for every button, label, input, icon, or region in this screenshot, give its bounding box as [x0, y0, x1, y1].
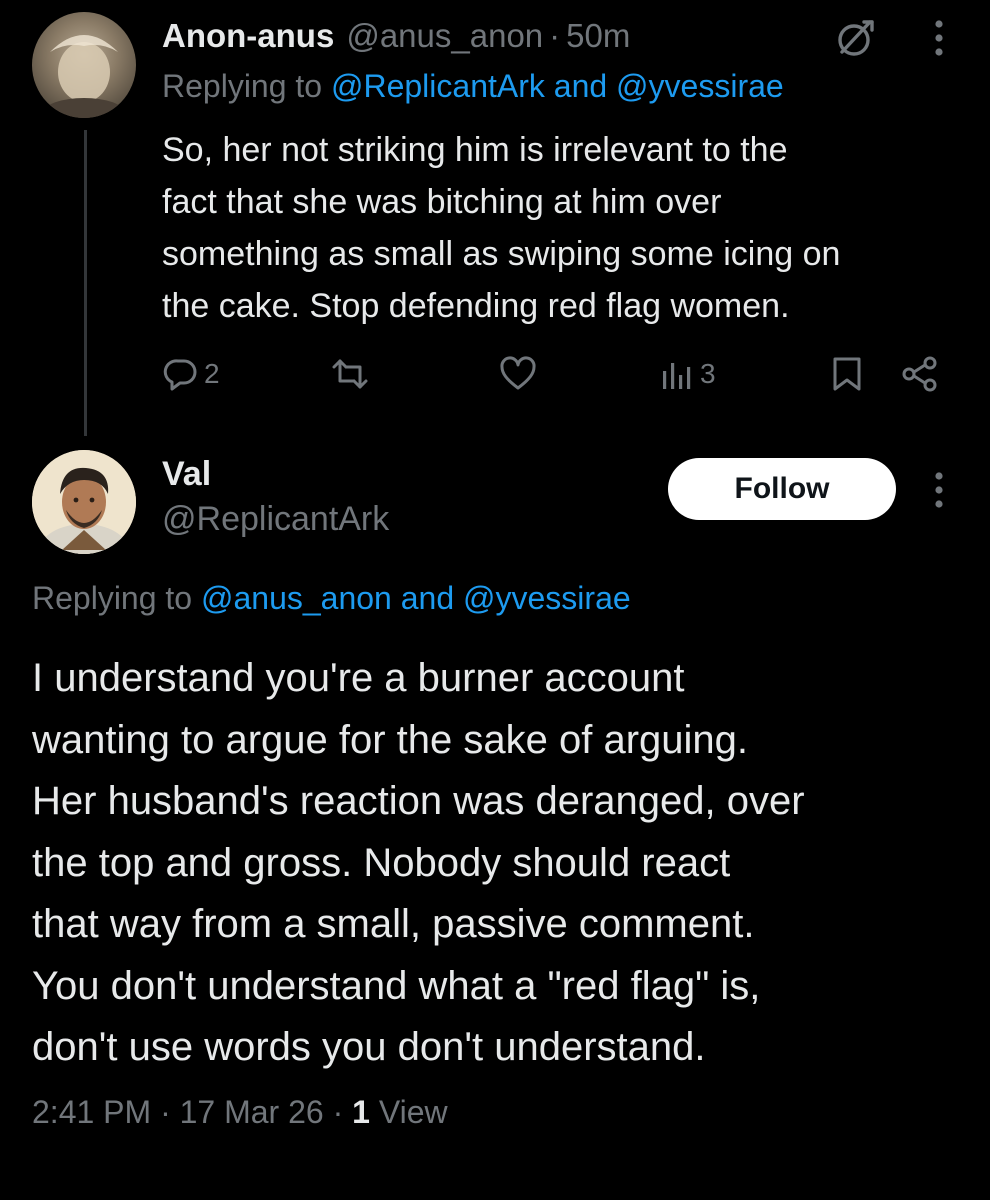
parent-tweet-header: Anon-anus @anus_anon · 50m [162, 14, 630, 58]
replying-to-label: Replying to [32, 580, 193, 616]
reply-button[interactable]: 2 [162, 352, 220, 396]
like-button[interactable] [498, 352, 538, 396]
share-icon [902, 356, 937, 392]
views-count: 3 [700, 358, 716, 389]
separator-dot: · [549, 17, 561, 54]
share-button[interactable] [900, 352, 940, 396]
text-line: the cake. Stop defending red flag women. [162, 287, 790, 325]
more-vertical-icon[interactable] [924, 14, 954, 62]
text-line: fact that she was bitching at him over [162, 183, 722, 221]
mention-and: and [400, 580, 455, 616]
text-line: don't use words you don't understand. [32, 1025, 706, 1069]
text-line: that way from a small, passive comment. [32, 902, 755, 946]
tweet-time[interactable]: 2:41 PM [32, 1094, 151, 1130]
text-line: something as small as swiping some icing… [162, 235, 841, 273]
tweet-timestamp-row: 2:41 PM · 17 Mar 26 · 1 View [32, 1094, 448, 1131]
more-vertical-icon[interactable] [924, 466, 954, 514]
replying-to-label: Replying to [162, 68, 323, 104]
focused-handle[interactable]: @ReplicantArk [162, 500, 389, 539]
views-button[interactable]: 3 [660, 352, 716, 396]
text-line: wanting to argue for the sake of arguing… [32, 717, 749, 762]
mention-link[interactable]: @yvessirae [616, 68, 784, 104]
parent-time-ago[interactable]: 50m [566, 17, 630, 55]
parent-tweet-text: So, her not striking him is irrelevant t… [162, 124, 962, 332]
reply-count: 2 [204, 358, 220, 389]
tweet-date[interactable]: 17 Mar 26 [180, 1094, 324, 1130]
bookmark-icon [833, 357, 861, 391]
retweet-button[interactable] [330, 352, 370, 396]
focused-tweet-text: I understand you're a burner account wan… [32, 648, 972, 1079]
follow-button[interactable]: Follow [668, 458, 896, 520]
text-line: Her husband's reaction was deranged, ove… [32, 779, 805, 823]
text-line: the top and gross. Nobody should react [32, 840, 731, 885]
focused-display-name[interactable]: Val [162, 455, 211, 494]
views-count: 1 [352, 1094, 370, 1130]
separator-dot: · [160, 1094, 171, 1130]
avatar-anon-anus[interactable] [32, 12, 136, 118]
parent-action-bar: 2 3 [162, 352, 952, 396]
mention-link[interactable]: @ReplicantArk [331, 68, 545, 104]
parent-replying-to: Replying to @ReplicantArk and @yvessirae [162, 68, 784, 105]
focused-replying-to: Replying to @anus_anon and @yvessirae [32, 580, 631, 617]
text-line: So, her not striking him is irrelevant t… [162, 131, 788, 169]
analytics-icon [663, 363, 691, 389]
parent-display-name[interactable]: Anon-anus [162, 17, 334, 55]
parent-handle[interactable]: @anus_anon [346, 17, 543, 55]
mention-link[interactable]: @yvessirae [463, 580, 631, 616]
text-line: You don't understand what a "red flag" i… [32, 963, 761, 1008]
text-line: I understand you're a burner account [32, 656, 685, 700]
reply-icon [163, 359, 197, 391]
thread-connector-line [84, 130, 87, 436]
bookmark-button[interactable] [830, 352, 864, 396]
retweet-icon [332, 359, 368, 389]
separator-dot: · [332, 1094, 344, 1130]
mention-link[interactable]: @anus_anon [201, 580, 392, 616]
heart-icon [500, 356, 536, 390]
avatar-val[interactable] [32, 450, 136, 554]
grok-icon[interactable] [834, 16, 878, 60]
mention-and: and [553, 68, 608, 104]
views-label: View [378, 1094, 448, 1130]
